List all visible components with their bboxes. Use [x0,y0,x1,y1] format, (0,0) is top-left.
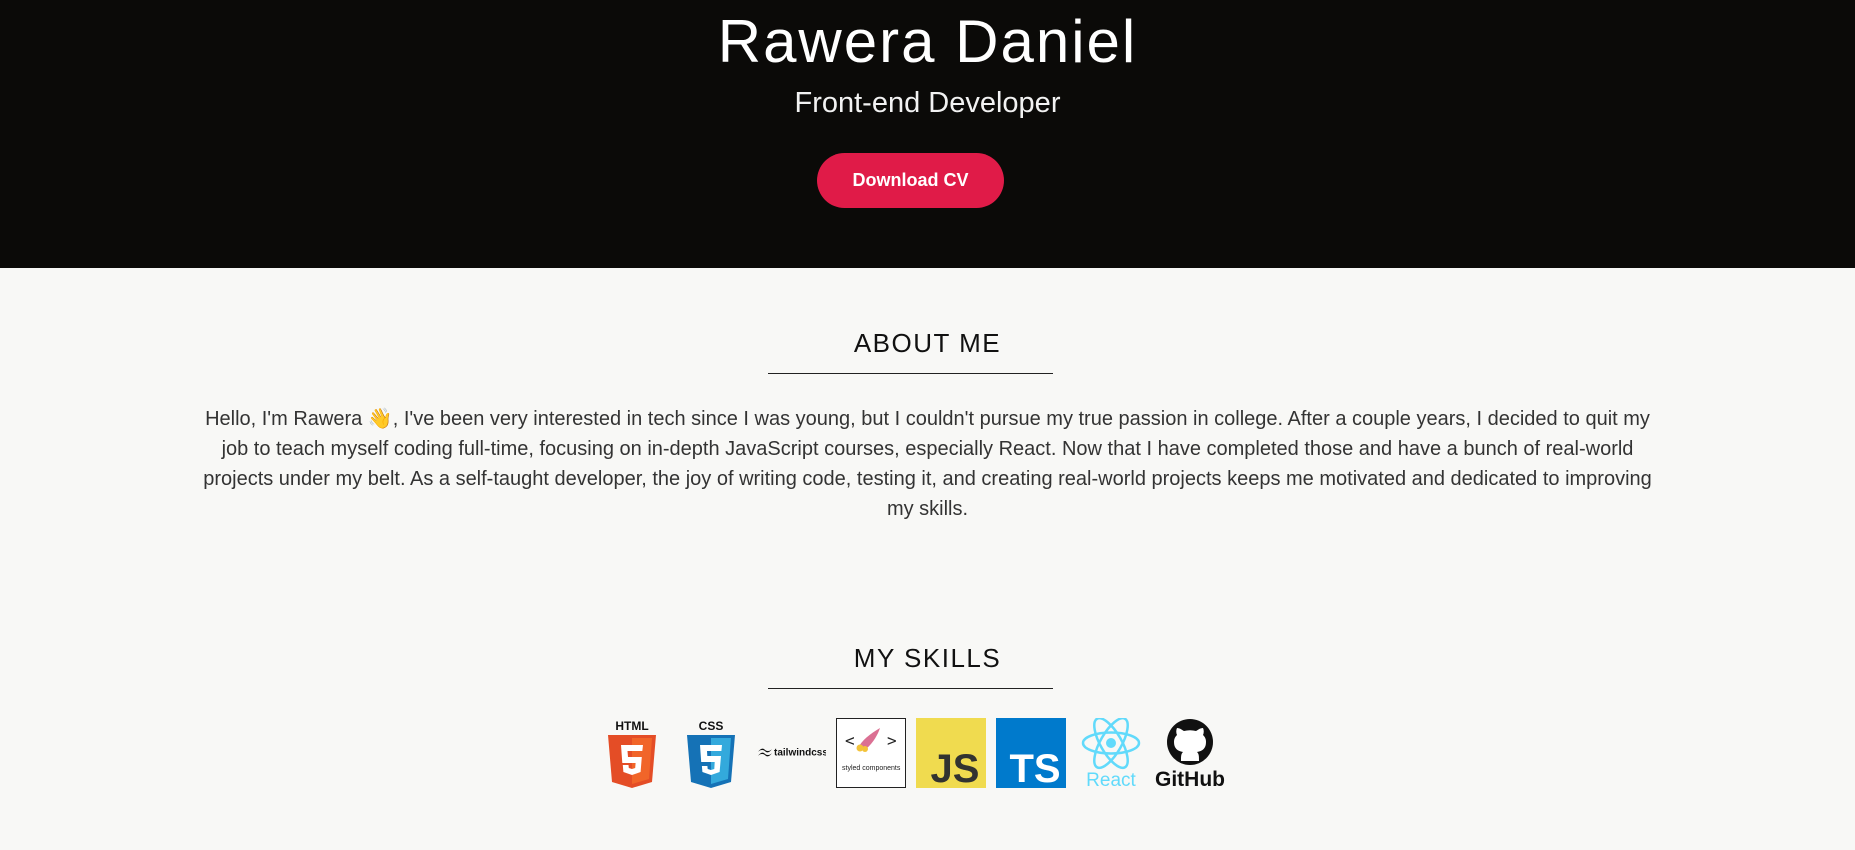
skills-list: HTML CSS tailwindcss < > styled componen… [0,718,1855,790]
tailwindcss-icon: tailwindcss [756,718,826,788]
skills-title: MY SKILLS [853,643,1002,673]
svg-text:>: > [887,731,897,750]
hero-name: Rawera Daniel [717,8,1138,75]
styled-components-icon: < > styled components [836,718,906,788]
about-title: ABOUT ME [853,328,1002,358]
hero-role: Front-end Developer [794,87,1061,119]
css3-label: CSS [699,719,724,733]
svg-text:<: < [845,731,855,750]
html5-label: HTML [615,719,648,733]
download-cv-button[interactable]: Download CV [817,153,1004,208]
react-icon: React [1076,718,1146,788]
javascript-label: JS [931,747,980,788]
css3-icon: CSS [676,718,746,788]
styled-components-label: styled components [842,765,901,772]
github-label: GitHub [1155,768,1225,788]
hero-header: Rawera Daniel Front-end Developer Downlo… [0,0,1855,268]
typescript-icon: TS [996,718,1066,788]
html5-icon: HTML [597,718,667,788]
about-divider [768,373,1053,374]
about-text: Hello, I'm Rawera 👋, I've been very inte… [203,408,1652,520]
skills-divider [768,688,1053,689]
tailwindcss-label: tailwindcss [774,748,826,759]
typescript-label: TS [1009,747,1060,788]
react-label: React [1086,770,1136,788]
javascript-icon: JS [916,718,986,788]
github-icon: GitHub [1155,718,1225,788]
